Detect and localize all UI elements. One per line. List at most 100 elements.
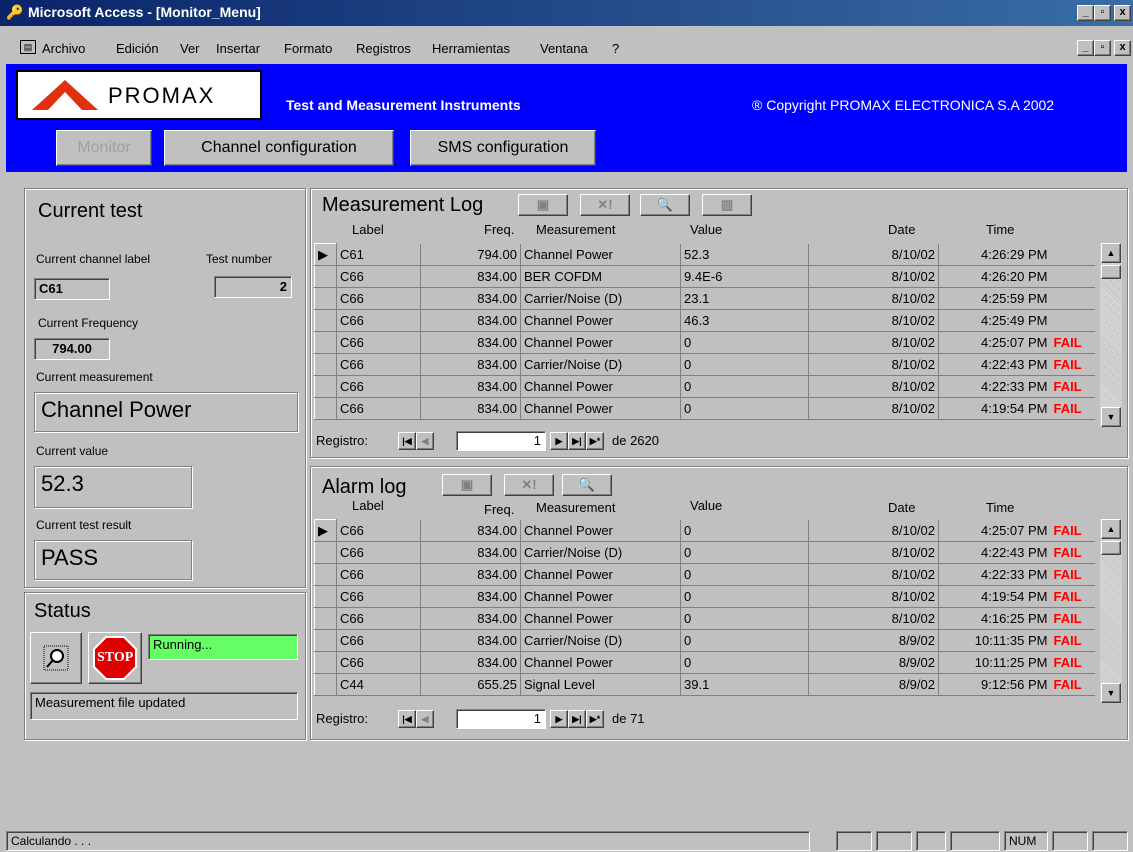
row-selector[interactable] [314, 331, 337, 354]
cell-date[interactable]: 8/10/02 [808, 585, 939, 608]
menu-help[interactable]: ? [612, 41, 619, 56]
table-row[interactable]: C66 834.00 Channel Power 46.3 8/10/02 4:25:49… [314, 309, 1095, 332]
menu-ver[interactable]: Ver [180, 41, 200, 56]
cell-result[interactable]: FAIL [1050, 353, 1095, 376]
cell-time[interactable]: 4:22:43 PM [938, 353, 1051, 376]
cell-measurement[interactable]: Signal Level [520, 673, 681, 696]
cell-date[interactable]: 8/10/02 [808, 265, 939, 288]
cell-result[interactable]: FAIL [1050, 563, 1095, 586]
cell-measurement[interactable]: Carrier/Noise (D) [520, 287, 681, 310]
al-first-record-icon[interactable]: |◀ [398, 710, 416, 728]
cell-time[interactable]: 4:26:20 PM [938, 265, 1051, 288]
cell-value[interactable]: 39.1 [680, 673, 809, 696]
table-row[interactable]: C66 834.00 Channel Power 0 8/10/02 4:19:54 PM… [314, 585, 1095, 608]
cell-time[interactable]: 4:25:07 PM [938, 519, 1051, 542]
cell-label[interactable]: C66 [336, 519, 421, 542]
cell-result[interactable]: FAIL [1050, 541, 1095, 564]
stop-button[interactable]: STOP [88, 632, 142, 684]
cell-result[interactable] [1050, 309, 1095, 332]
menu-insertar[interactable]: Insertar [216, 41, 260, 56]
cell-measurement[interactable]: Channel Power [520, 607, 681, 630]
search-button[interactable] [30, 632, 82, 684]
menu-registros[interactable]: Registros [356, 41, 411, 56]
cell-measurement[interactable]: Channel Power [520, 397, 681, 420]
cell-freq[interactable]: 834.00 [420, 375, 521, 398]
cell-label[interactable]: C66 [336, 265, 421, 288]
cell-date[interactable]: 8/10/02 [808, 519, 939, 542]
cell-freq[interactable]: 834.00 [420, 629, 521, 652]
close-button[interactable]: x [1114, 5, 1131, 21]
row-selector[interactable] [314, 673, 337, 696]
cell-measurement[interactable]: Channel Power [520, 651, 681, 674]
table-row[interactable]: C66 834.00 Carrier/Noise (D) 0 8/10/02 4:22:4… [314, 353, 1095, 376]
save-log-button[interactable]: ▣ [518, 194, 568, 216]
preview-log-button[interactable]: 🔍 [640, 194, 690, 216]
cell-date[interactable]: 8/10/02 [808, 563, 939, 586]
row-selector[interactable] [314, 287, 337, 310]
al-scrollbar[interactable]: ▲ ▼ [1100, 519, 1122, 703]
cell-result[interactable] [1050, 287, 1095, 310]
cell-measurement[interactable]: Channel Power [520, 563, 681, 586]
ml-scroll-down-icon[interactable]: ▼ [1101, 407, 1121, 427]
cell-freq[interactable]: 834.00 [420, 265, 521, 288]
cell-time[interactable]: 4:25:49 PM [938, 309, 1051, 332]
cell-measurement[interactable]: Channel Power [520, 309, 681, 332]
row-selector[interactable] [314, 629, 337, 652]
ml-first-record-icon[interactable]: |◀ [398, 432, 416, 450]
tab-channel-configuration[interactable]: Channel configuration [164, 130, 394, 166]
row-selector[interactable] [314, 309, 337, 332]
cell-measurement[interactable]: Channel Power [520, 375, 681, 398]
table-row[interactable]: C66 834.00 Carrier/Noise (D) 0 8/10/02 4:22:4… [314, 541, 1095, 564]
row-selector[interactable] [314, 585, 337, 608]
tab-monitor[interactable]: Monitor [56, 130, 152, 166]
cell-label[interactable]: C66 [336, 629, 421, 652]
row-selector[interactable]: ▶ [314, 519, 337, 542]
cell-label[interactable]: C66 [336, 309, 421, 332]
cell-freq[interactable]: 834.00 [420, 563, 521, 586]
cell-time[interactable]: 4:19:54 PM [938, 397, 1051, 420]
table-row[interactable]: C66 834.00 BER COFDM 9.4E-6 8/10/02 4:26:20 P… [314, 265, 1095, 288]
table-row[interactable]: ▶ C66 834.00 Channel Power 0 8/10/02 4:25:07 P… [314, 519, 1095, 542]
cell-value[interactable]: 23.1 [680, 287, 809, 310]
cell-date[interactable]: 8/10/02 [808, 607, 939, 630]
doc-control-icon[interactable]: ▤ [20, 40, 36, 54]
cell-value[interactable]: 0 [680, 607, 809, 630]
cell-freq[interactable]: 834.00 [420, 353, 521, 376]
ml-scroll-up-icon[interactable]: ▲ [1101, 243, 1121, 263]
cell-label[interactable]: C66 [336, 585, 421, 608]
menu-ventana[interactable]: Ventana [540, 41, 588, 56]
restore-button[interactable]: ▫ [1094, 5, 1111, 21]
doc-restore-button[interactable]: ▫ [1094, 40, 1111, 56]
cell-measurement[interactable]: Carrier/Noise (D) [520, 629, 681, 652]
cell-freq[interactable]: 834.00 [420, 331, 521, 354]
al-scroll-up-icon[interactable]: ▲ [1101, 519, 1121, 539]
ml-next-record-icon[interactable]: ▶ [550, 432, 568, 450]
cell-date[interactable]: 8/10/02 [808, 287, 939, 310]
cell-date[interactable]: 8/9/02 [808, 629, 939, 652]
cell-freq[interactable]: 834.00 [420, 397, 521, 420]
cell-measurement[interactable]: Carrier/Noise (D) [520, 353, 681, 376]
cell-value[interactable]: 9.4E-6 [680, 265, 809, 288]
cell-measurement[interactable]: Carrier/Noise (D) [520, 541, 681, 564]
cell-result[interactable]: FAIL [1050, 673, 1095, 696]
cell-measurement[interactable]: Channel Power [520, 585, 681, 608]
cell-result[interactable]: FAIL [1050, 331, 1095, 354]
cell-time[interactable]: 4:26:29 PM [938, 243, 1051, 266]
cell-label[interactable]: C66 [336, 375, 421, 398]
table-row[interactable]: C66 834.00 Channel Power 0 8/9/02 10:11:25 PM… [314, 651, 1095, 674]
cell-result[interactable]: FAIL [1050, 607, 1095, 630]
row-selector[interactable] [314, 375, 337, 398]
table-row[interactable]: C66 834.00 Channel Power 0 8/10/02 4:19:54 PM… [314, 397, 1095, 420]
cell-label[interactable]: C44 [336, 673, 421, 696]
cell-label[interactable]: C61 [336, 243, 421, 266]
cell-label[interactable]: C66 [336, 607, 421, 630]
doc-close-button[interactable]: x [1114, 40, 1131, 56]
table-row[interactable]: ▶ C61 794.00 Channel Power 52.3 8/10/02 4:26:2… [314, 243, 1095, 266]
minimize-button[interactable]: _ [1077, 5, 1094, 21]
ml-scrollbar[interactable]: ▲ ▼ [1100, 243, 1122, 427]
row-selector[interactable] [314, 397, 337, 420]
cell-result[interactable] [1050, 243, 1095, 266]
cell-result[interactable]: FAIL [1050, 519, 1095, 542]
cell-time[interactable]: 4:25:59 PM [938, 287, 1051, 310]
cell-date[interactable]: 8/10/02 [808, 309, 939, 332]
